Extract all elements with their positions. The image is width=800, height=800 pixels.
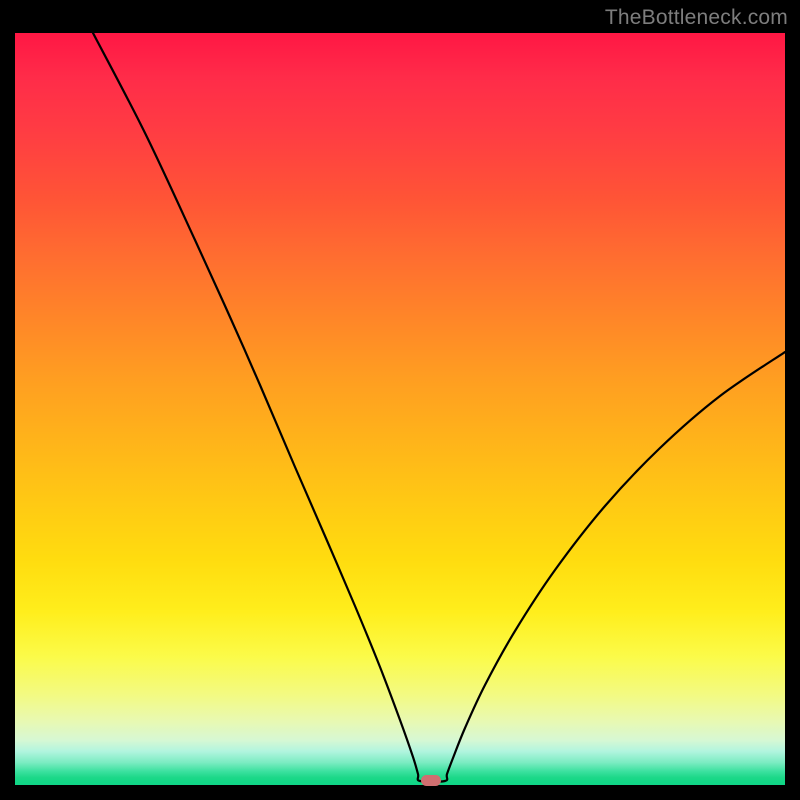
plot-area [15,33,785,785]
watermark-text: TheBottleneck.com [605,6,788,30]
bottleneck-curve [93,33,785,782]
target-marker [421,775,441,786]
curve-svg [15,33,785,785]
chart-root: TheBottleneck.com [0,0,800,800]
